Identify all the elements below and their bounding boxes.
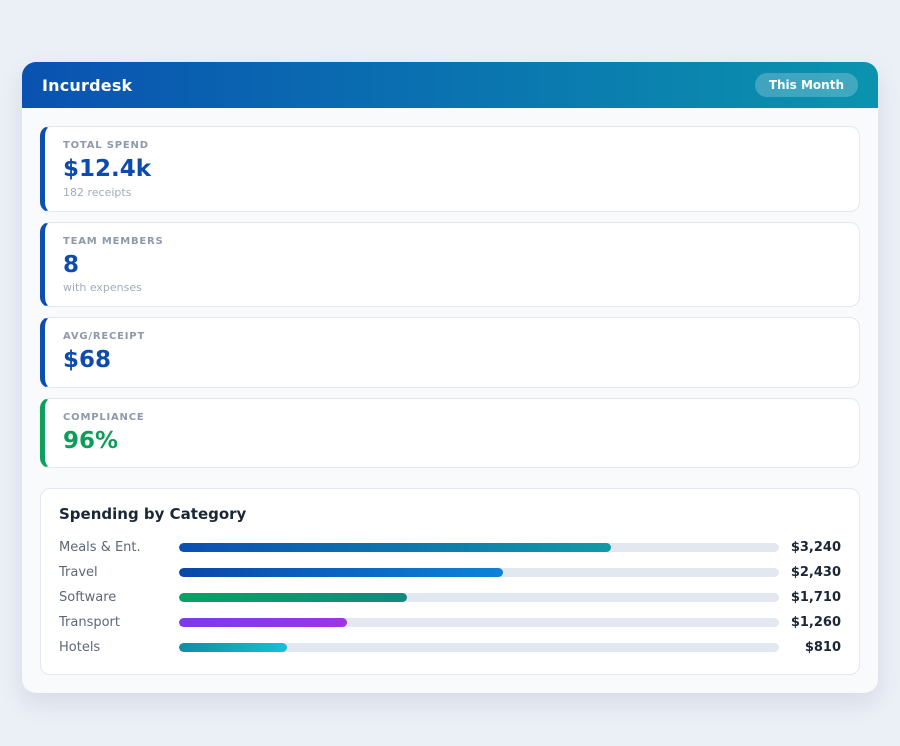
bar-value: $810 — [779, 640, 841, 655]
category-label: Transport — [59, 615, 179, 630]
bar-track — [179, 543, 779, 552]
stat-value: 96% — [63, 428, 841, 456]
chart-row-transport: Transport $1,260 — [59, 610, 841, 635]
stat-card-total-spend: TOTAL SPEND $12.4k 182 receipts — [40, 126, 860, 212]
chart-title: Spending by Category — [59, 505, 841, 523]
spending-by-category-chart: Spending by Category Meals & Ent. $3,240… — [40, 488, 860, 675]
bar-fill-software — [179, 593, 407, 602]
category-label: Travel — [59, 565, 179, 580]
chart-row-software: Software $1,710 — [59, 585, 841, 610]
chart-row-meals: Meals & Ent. $3,240 — [59, 535, 841, 560]
period-badge[interactable]: This Month — [755, 73, 858, 97]
stat-label: COMPLIANCE — [63, 412, 841, 423]
stat-value: $12.4k — [63, 156, 841, 184]
bar-fill-travel — [179, 568, 503, 577]
bar-value: $1,710 — [779, 590, 841, 605]
app-container: Incurdesk This Month TOTAL SPEND $12.4k … — [22, 62, 878, 693]
chart-row-travel: Travel $2,430 — [59, 560, 841, 585]
stat-value: $68 — [63, 347, 841, 375]
stat-label: AVG/RECEIPT — [63, 331, 841, 342]
bar-fill-hotels — [179, 643, 287, 652]
bar-fill-transport — [179, 618, 347, 627]
stat-card-team-members: TEAM MEMBERS 8 with expenses — [40, 222, 860, 308]
app-title: Incurdesk — [42, 76, 132, 95]
bar-track — [179, 643, 779, 652]
category-label: Hotels — [59, 640, 179, 655]
stat-subtext: with expenses — [63, 281, 841, 294]
stat-label: TOTAL SPEND — [63, 140, 841, 151]
bar-fill-meals — [179, 543, 611, 552]
chart-row-hotels: Hotels $810 — [59, 635, 841, 660]
bar-value: $2,430 — [779, 565, 841, 580]
bar-value: $3,240 — [779, 540, 841, 555]
dashboard-content: TOTAL SPEND $12.4k 182 receipts TEAM MEM… — [22, 108, 878, 693]
app-header: Incurdesk This Month — [22, 62, 878, 108]
bar-track — [179, 593, 779, 602]
bar-track — [179, 618, 779, 627]
stat-label: TEAM MEMBERS — [63, 236, 841, 247]
bar-value: $1,260 — [779, 615, 841, 630]
category-label: Software — [59, 590, 179, 605]
bar-track — [179, 568, 779, 577]
stat-subtext: 182 receipts — [63, 186, 841, 199]
category-label: Meals & Ent. — [59, 540, 179, 555]
stat-value: 8 — [63, 252, 841, 280]
stat-card-avg-receipt: AVG/RECEIPT $68 — [40, 317, 860, 388]
stat-card-compliance: COMPLIANCE 96% — [40, 398, 860, 469]
